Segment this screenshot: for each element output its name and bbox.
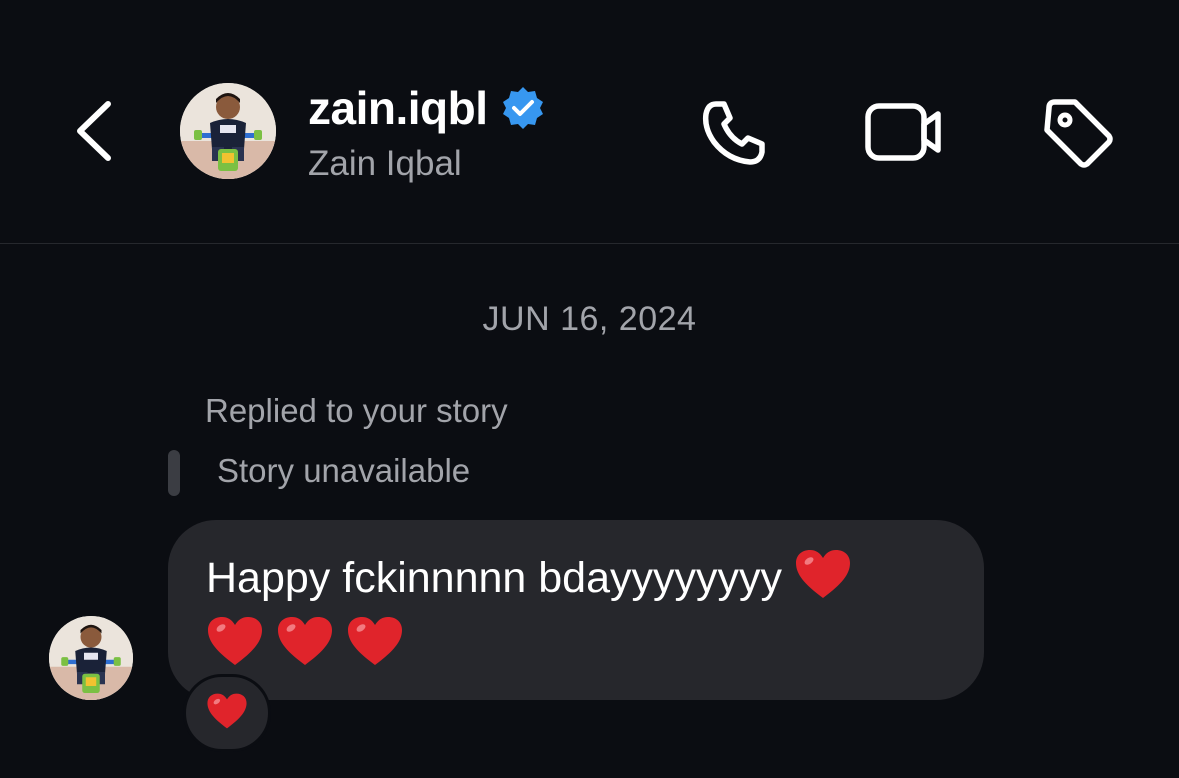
tag-icon	[1037, 99, 1117, 176]
story-reply-bar	[168, 450, 180, 496]
heart-emoji-icon	[276, 615, 334, 682]
video-call-button[interactable]	[860, 96, 946, 168]
date-separator: JUN 16, 2024	[482, 300, 697, 338]
back-button[interactable]	[66, 96, 126, 166]
call-button[interactable]	[694, 92, 774, 172]
full-name: Zain Iqbal	[308, 144, 462, 183]
avatar[interactable]	[180, 83, 276, 179]
phone-icon	[694, 101, 774, 176]
sender-avatar[interactable]	[49, 616, 133, 700]
reply-context-label: Replied to your story	[205, 392, 508, 429]
thread-header: zain.iqbl Zain Iqbal	[0, 0, 1179, 244]
message-bubble[interactable]: Happy fckinnnnn bdayyyyyyyy	[168, 520, 984, 700]
tag-button[interactable]	[1037, 92, 1117, 172]
heart-emoji-icon	[794, 548, 852, 615]
message-text: Happy fckinnnnn bdayyyyyyyy	[206, 548, 966, 682]
username-row[interactable]: zain.iqbl	[308, 82, 546, 134]
message-reaction[interactable]	[183, 674, 271, 752]
heart-emoji-icon	[206, 615, 264, 682]
header-divider	[0, 243, 1179, 244]
verified-badge-icon	[500, 85, 546, 131]
username: zain.iqbl	[308, 82, 488, 134]
story-status[interactable]: Story unavailable	[217, 452, 470, 490]
dm-thread: zain.iqbl Zain Iqbal JUN 16, 2024 Replie…	[0, 0, 1179, 778]
chevron-left-icon	[66, 96, 126, 166]
heart-reaction-icon	[206, 692, 248, 735]
video-camera-icon	[860, 103, 946, 172]
message-body: Happy fckinnnnn bdayyyyyyyy	[206, 554, 783, 602]
heart-emoji-icon	[346, 615, 404, 682]
